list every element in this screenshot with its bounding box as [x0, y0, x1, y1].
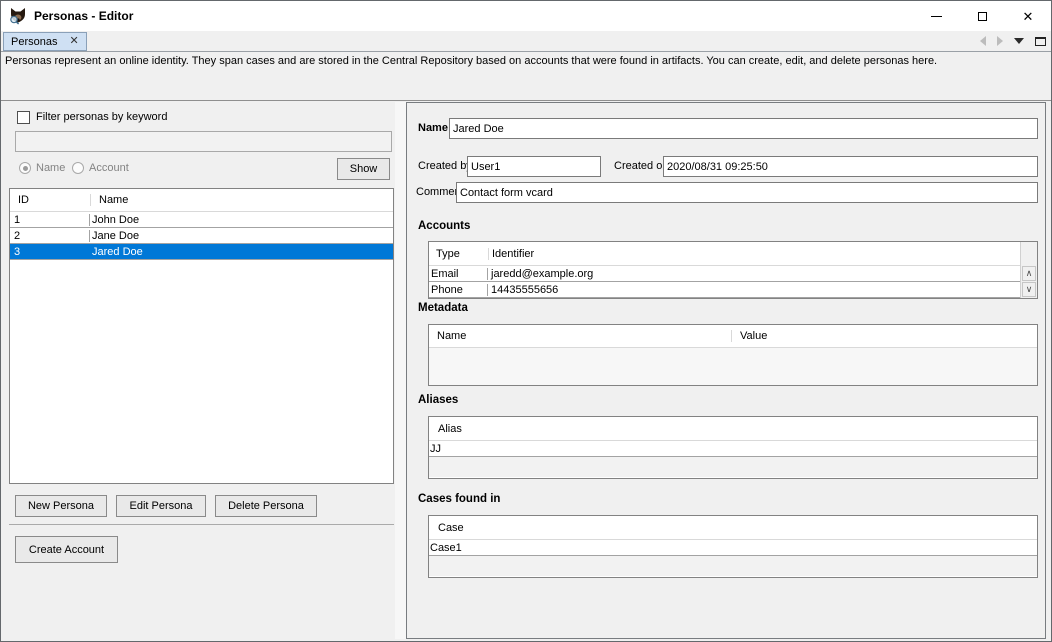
- aliases-heading: Aliases: [418, 394, 458, 406]
- maximize-view-icon[interactable]: [1035, 37, 1046, 46]
- comment-input[interactable]: [456, 182, 1038, 203]
- edit-persona-button[interactable]: Edit Persona: [116, 495, 206, 517]
- persona-row[interactable]: 1 John Doe: [10, 212, 393, 228]
- persona-row-selected[interactable]: 3 Jared Doe: [10, 244, 393, 260]
- persona-row[interactable]: 2 Jane Doe: [10, 228, 393, 244]
- panel-splitter[interactable]: [395, 102, 406, 639]
- tab-close-icon[interactable]: ✕: [69, 36, 78, 47]
- scroll-down-button[interactable]: ∨: [1022, 282, 1036, 297]
- created-on-input[interactable]: [663, 156, 1038, 177]
- window-controls: ✕: [913, 1, 1051, 31]
- close-button[interactable]: ✕: [1005, 1, 1051, 31]
- tab-list-dropdown-icon[interactable]: [1014, 38, 1024, 44]
- autopsy-app-icon: [9, 7, 27, 25]
- account-identifier: 14435555656: [488, 284, 558, 296]
- metadata-heading: Metadata: [418, 302, 468, 314]
- accounts-table: Type Identifier Email jaredd@example.org…: [428, 241, 1038, 299]
- accounts-table-header: Type Identifier: [429, 242, 1037, 266]
- scroll-tabs-left-icon[interactable]: [980, 36, 986, 46]
- maximize-icon: [978, 12, 987, 21]
- close-icon: ✕: [1023, 10, 1034, 23]
- created-by-input[interactable]: [467, 156, 601, 177]
- personas-table: ID Name 1 John Doe 2 Jane Doe 3 Jared Do…: [9, 188, 394, 484]
- alias-row[interactable]: JJ: [429, 441, 1037, 457]
- account-radio[interactable]: [72, 162, 84, 174]
- persona-id: 2: [10, 230, 90, 242]
- case-value: Case1: [430, 542, 462, 554]
- column-header-alias[interactable]: Alias: [438, 423, 462, 435]
- column-header-case[interactable]: Case: [438, 522, 464, 534]
- description-panel: Personas represent an online identity. T…: [1, 52, 1051, 101]
- aliases-table: Alias JJ: [428, 416, 1038, 479]
- cases-empty-area: [429, 556, 1037, 576]
- filter-checkbox[interactable]: [17, 111, 30, 124]
- aliases-empty-area: [429, 457, 1037, 477]
- cases-heading: Cases found in: [418, 493, 500, 505]
- show-button[interactable]: Show: [337, 158, 390, 180]
- name-radio[interactable]: [19, 162, 31, 174]
- create-account-button[interactable]: Create Account: [15, 536, 118, 563]
- tab-bar: Personas ✕: [1, 31, 1051, 52]
- persona-details-panel: Name: Created by: Created on: Comment: A…: [406, 102, 1046, 639]
- alias-value: JJ: [430, 443, 441, 455]
- account-identifier: jaredd@example.org: [488, 268, 593, 280]
- left-panel-separator: [9, 524, 394, 525]
- column-header-name[interactable]: Name: [429, 330, 731, 342]
- column-header-value[interactable]: Value: [731, 330, 767, 342]
- scroll-down-icon: ∨: [1026, 284, 1033, 295]
- column-header-identifier[interactable]: Identifier: [488, 248, 534, 260]
- persona-name: Jane Doe: [90, 230, 139, 242]
- accounts-scrollbar[interactable]: ∧ ∨: [1020, 242, 1037, 298]
- title-bar: Personas - Editor ✕: [1, 1, 1051, 31]
- tab-personas[interactable]: Personas ✕: [3, 32, 87, 51]
- scroll-tabs-right-icon[interactable]: [997, 36, 1003, 46]
- cases-table: Case Case1: [428, 515, 1038, 578]
- account-row[interactable]: Email jaredd@example.org: [429, 266, 1020, 282]
- persona-id: 3: [10, 246, 90, 258]
- description-text: Personas represent an online identity. T…: [5, 55, 937, 67]
- persona-id: 1: [10, 214, 90, 226]
- metadata-empty-body: [429, 348, 1037, 385]
- filter-keyword-input[interactable]: [15, 131, 392, 152]
- account-row[interactable]: Phone 14435555656: [429, 282, 1020, 298]
- scroll-up-button[interactable]: ∧: [1022, 266, 1036, 281]
- column-header-name[interactable]: Name: [90, 194, 128, 206]
- minimize-button[interactable]: [913, 1, 959, 31]
- accounts-heading: Accounts: [418, 220, 470, 232]
- cases-table-header: Case: [429, 516, 1037, 540]
- aliases-table-header: Alias: [429, 417, 1037, 441]
- name-label: Name:: [418, 122, 452, 134]
- maximize-button[interactable]: [959, 1, 1005, 31]
- personas-table-header: ID Name: [10, 189, 393, 212]
- tab-bar-controls: [980, 31, 1046, 51]
- tab-personas-label: Personas: [11, 36, 57, 48]
- new-persona-button[interactable]: New Persona: [15, 495, 107, 517]
- persona-name: Jared Doe: [90, 246, 143, 258]
- account-radio-label: Account: [89, 162, 129, 174]
- case-row[interactable]: Case1: [429, 540, 1037, 556]
- account-type: Email: [429, 268, 488, 280]
- personas-editor-window: Personas - Editor ✕ Personas ✕ Personas …: [0, 0, 1052, 642]
- column-header-type[interactable]: Type: [429, 248, 488, 260]
- delete-persona-button[interactable]: Delete Persona: [215, 495, 317, 517]
- name-radio-label: Name: [36, 162, 65, 174]
- scroll-up-icon: ∧: [1026, 268, 1033, 279]
- persona-name: John Doe: [90, 214, 139, 226]
- metadata-table-header: Name Value: [429, 325, 1037, 348]
- column-header-id[interactable]: ID: [10, 194, 90, 206]
- minimize-icon: [931, 16, 942, 17]
- account-type: Phone: [429, 284, 488, 296]
- window-title: Personas - Editor: [34, 9, 133, 23]
- name-radio-dot: [23, 166, 28, 171]
- persona-name-input[interactable]: [449, 118, 1038, 139]
- metadata-table: Name Value: [428, 324, 1038, 386]
- filter-checkbox-label: Filter personas by keyword: [36, 111, 167, 123]
